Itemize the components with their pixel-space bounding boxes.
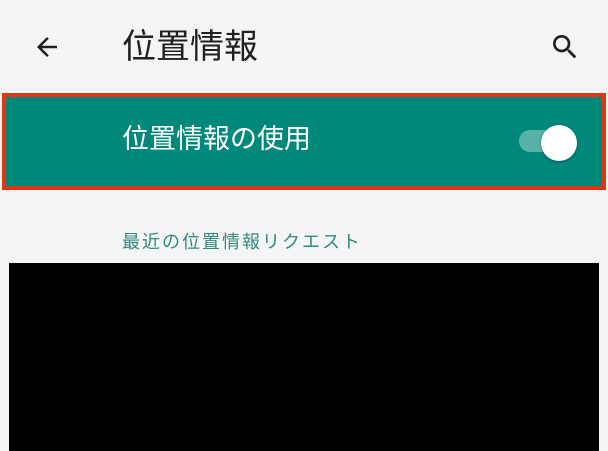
use-location-label: 位置情報の使用 — [122, 124, 311, 155]
app-bar: 位置情報 — [0, 0, 608, 94]
switch-thumb[interactable] — [541, 125, 577, 161]
back-button[interactable] — [22, 25, 72, 69]
page-title: 位置情報 — [122, 27, 258, 67]
arrow-left-icon — [37, 37, 57, 57]
use-location-switch-row[interactable]: 位置情報の使用 — [6, 97, 602, 186]
redacted-content — [9, 263, 599, 451]
recent-requests-header: 最近の位置情報リクエスト — [122, 232, 362, 253]
search-icon — [553, 35, 577, 59]
search-button[interactable] — [538, 25, 592, 69]
